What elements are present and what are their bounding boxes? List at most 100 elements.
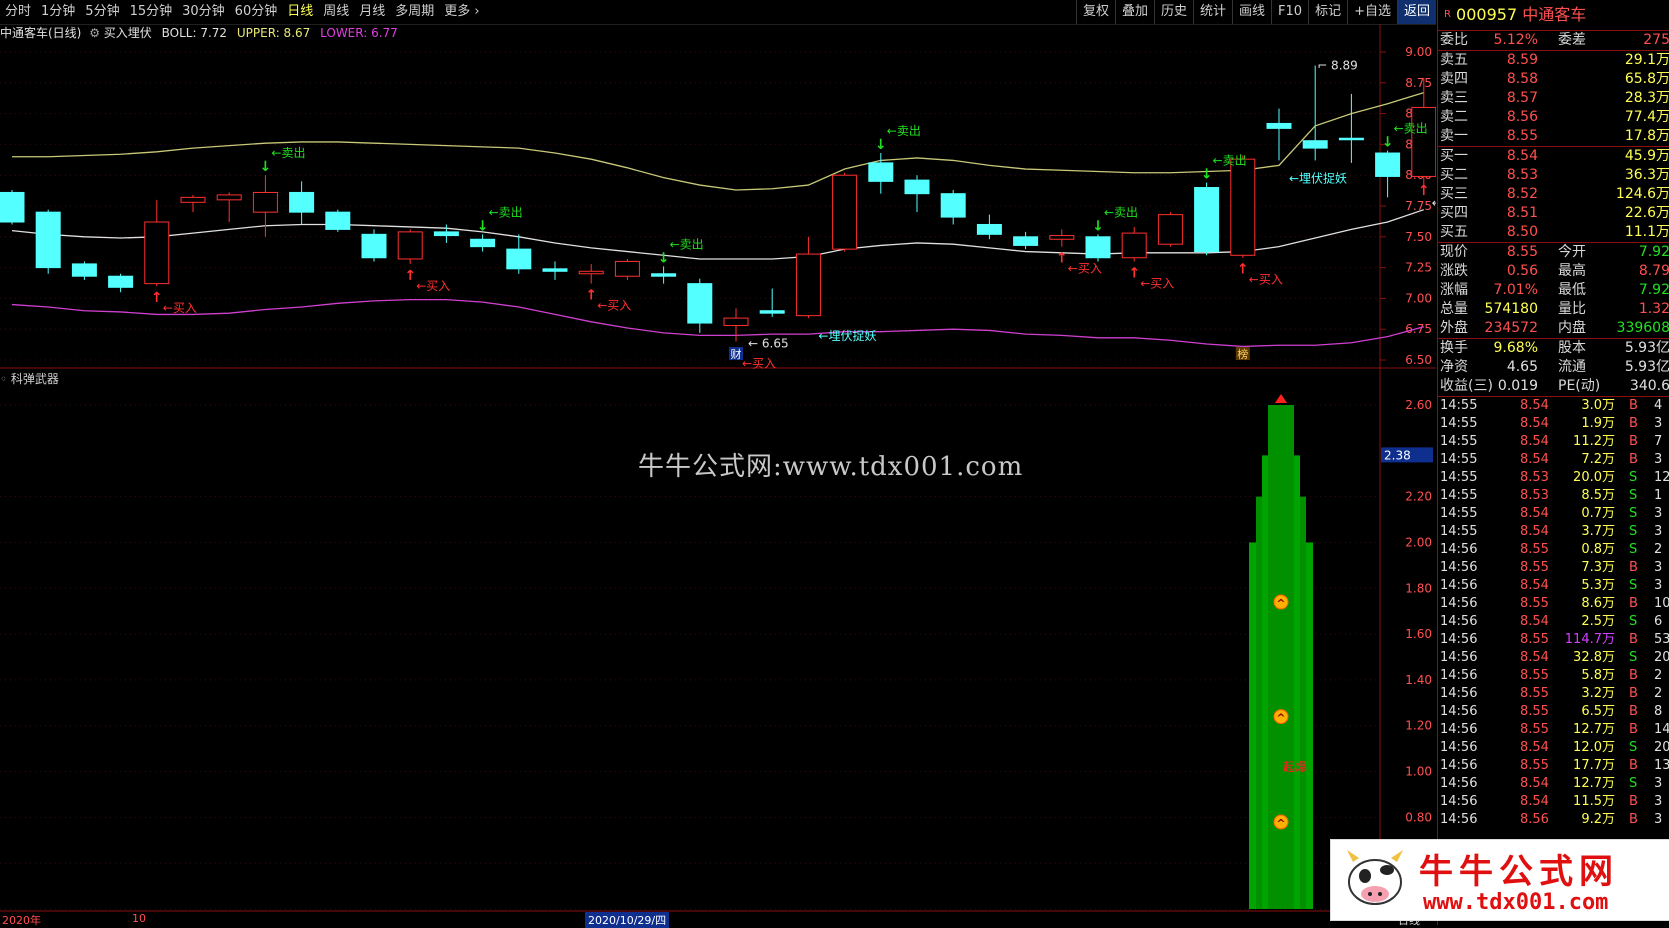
bid-row[interactable]: 买二 8.53 36.3万 — [1438, 166, 1669, 185]
stat-value-2: 7.92 — [1638, 282, 1669, 298]
sub-axis-label-0: 2.60 — [1405, 398, 1432, 412]
ambush-label-14: ←埋伏捉妖 — [1289, 170, 1347, 185]
candle-body-0 — [0, 191, 25, 223]
stat-row: 净资 4.65 流通 5.93亿 — [1438, 358, 1669, 377]
tick-row[interactable]: 14:55 8.53 8.5万 S 1 — [1438, 487, 1669, 505]
candle-body-36 — [1302, 140, 1328, 149]
bid-row[interactable]: 买五 8.50 11.1万 — [1438, 223, 1669, 242]
ask-label: 卖四 — [1440, 71, 1468, 87]
candle-body-12 — [433, 231, 459, 237]
candle-body-6 — [216, 194, 242, 201]
tick-row[interactable]: 14:56 8.55 17.7万 B 13 — [1438, 757, 1669, 775]
tick-row[interactable]: 14:56 8.54 2.5万 S 6 — [1438, 613, 1669, 631]
stat-row: 涨幅 7.01% 最低 7.92 — [1438, 281, 1669, 300]
ask-row[interactable]: 卖四 8.58 65.8万 — [1438, 70, 1669, 89]
stock-code: 000957 — [1456, 5, 1518, 24]
ask-price: 8.58 — [1506, 71, 1538, 87]
candle-body-39 — [1411, 106, 1436, 177]
buy-arrow-icon-9: ↑ — [1056, 251, 1068, 267]
bid-list: 买一 8.54 45.9万 买二 8.53 36.3万 买三 8.52 124.6万 买四 8.51… — [1438, 146, 1669, 242]
stat-value-2: 8.79 — [1638, 263, 1669, 279]
tick-row[interactable]: 14:55 8.54 0.7万 S 3 — [1438, 505, 1669, 523]
tick-row[interactable]: 14:56 8.55 5.8万 B 2 — [1438, 667, 1669, 685]
tick-list[interactable]: 14:55 8.54 3.0万 B 4 14:55 8.54 1.9万 B 3 14:55 8.54 1… — [1438, 396, 1669, 829]
sell-label-10: ←卖出 — [1104, 205, 1138, 219]
tick-volume: 3.0万 — [1581, 398, 1615, 413]
stat-label-2: 量比 — [1558, 301, 1586, 317]
tick-count: 3 — [1654, 776, 1663, 791]
tick-count: 3 — [1654, 506, 1663, 521]
sell-label-8: ←卖出 — [887, 124, 921, 138]
buy-label-2: ←买入 — [416, 279, 450, 293]
tick-row[interactable]: 14:56 8.54 11.5万 B 3 — [1438, 793, 1669, 811]
stat-value: 8.55 — [1506, 244, 1538, 260]
tick-time: 14:56 — [1440, 776, 1478, 791]
tick-row[interactable]: 14:56 8.54 12.0万 S 20 — [1438, 739, 1669, 757]
tick-row[interactable]: 14:56 8.54 12.7万 S 3 — [1438, 775, 1669, 793]
tick-count: 3 — [1654, 560, 1663, 575]
tick-row[interactable]: 14:55 8.54 1.9万 B 3 — [1438, 415, 1669, 433]
tick-side: B — [1629, 686, 1638, 701]
tick-row[interactable]: 14:55 8.54 7.2万 B 3 — [1438, 451, 1669, 469]
bid-price: 8.51 — [1506, 205, 1538, 221]
tick-row[interactable]: 14:56 8.54 32.8万 S 20 — [1438, 649, 1669, 667]
ask-price: 8.59 — [1506, 52, 1538, 68]
candle-body-19 — [687, 283, 713, 324]
sell-label-3: ←卖出 — [489, 205, 523, 219]
sub-axis-label-6: 1.40 — [1405, 673, 1432, 687]
tick-row[interactable]: 14:56 8.55 8.6万 B 10 — [1438, 595, 1669, 613]
tick-row[interactable]: 14:56 8.55 114.7万 B 53 — [1438, 631, 1669, 649]
stat-label-2: 最高 — [1558, 263, 1586, 279]
r-mark-icon: R — [1444, 9, 1451, 20]
tick-row[interactable]: 14:55 8.54 3.7万 S 3 — [1438, 523, 1669, 541]
ask-volume: 17.8万 — [1624, 128, 1669, 144]
tick-volume: 0.8万 — [1581, 542, 1615, 557]
candle-body-34 — [1230, 158, 1256, 256]
tick-row[interactable]: 14:55 8.54 11.2万 B 7 — [1438, 433, 1669, 451]
weibi-value: 5.12% — [1493, 32, 1538, 48]
tick-price: 8.55 — [1520, 560, 1549, 575]
ask-row[interactable]: 卖一 8.55 17.8万 — [1438, 127, 1669, 146]
tick-count: 3 — [1654, 794, 1663, 809]
tick-volume: 32.8万 — [1573, 650, 1615, 665]
tick-side: B — [1629, 452, 1638, 467]
tick-price: 8.53 — [1520, 470, 1549, 485]
tick-volume: 3.7万 — [1581, 524, 1615, 539]
tick-row[interactable]: 14:56 8.54 5.3万 S 3 — [1438, 577, 1669, 595]
tick-row[interactable]: 14:55 8.53 20.0万 S 12 — [1438, 469, 1669, 487]
tick-time: 14:56 — [1440, 812, 1478, 827]
bid-row[interactable]: 买一 8.54 45.9万 — [1438, 147, 1669, 166]
candle-body-4 — [144, 221, 170, 285]
tick-row[interactable]: 14:56 8.55 0.8万 S 2 — [1438, 541, 1669, 559]
tick-row[interactable]: 14:56 8.55 6.5万 B 8 — [1438, 703, 1669, 721]
tick-row[interactable]: 14:56 8.55 12.7万 B 14 — [1438, 721, 1669, 739]
candle-body-20 — [723, 317, 749, 327]
tick-price: 8.55 — [1520, 542, 1549, 557]
tick-side: S — [1629, 470, 1638, 485]
tick-volume: 5.8万 — [1581, 668, 1615, 683]
tick-row[interactable]: 14:55 8.54 3.0万 B 4 — [1438, 397, 1669, 415]
tick-volume: 12.0万 — [1573, 740, 1615, 755]
tick-row[interactable]: 14:56 8.55 7.3万 B 3 — [1438, 559, 1669, 577]
tick-price: 8.54 — [1520, 776, 1549, 791]
candle-body-24 — [868, 162, 894, 182]
sub-axis-label-9: 0.80 — [1405, 810, 1432, 824]
weibi-row: 委比 5.12% 委差 275 — [1438, 31, 1669, 50]
bid-volume: 36.3万 — [1624, 167, 1669, 183]
bid-price: 8.54 — [1506, 148, 1538, 164]
ask-row[interactable]: 卖三 8.57 28.3万 — [1438, 89, 1669, 108]
sell-arrow-icon-10: ↓ — [1092, 218, 1104, 234]
bid-row[interactable]: 买四 8.51 22.6万 — [1438, 204, 1669, 223]
tick-row[interactable]: 14:56 8.56 9.2万 B 3 — [1438, 811, 1669, 829]
candle-body-31 — [1121, 232, 1147, 259]
ask-row[interactable]: 卖五 8.59 29.1万 — [1438, 51, 1669, 70]
stat-row: 总量 574180 量比 1.32 — [1438, 300, 1669, 319]
tick-row[interactable]: 14:56 8.55 3.2万 B 2 — [1438, 685, 1669, 703]
sell-label-12: ←卖出 — [1213, 154, 1247, 168]
bid-row[interactable]: 买三 8.52 124.6万 — [1438, 185, 1669, 204]
tick-time: 14:56 — [1440, 614, 1478, 629]
ask-row[interactable]: 卖二 8.56 77.4万 — [1438, 108, 1669, 127]
tick-side: S — [1629, 542, 1638, 557]
main-axis-label-6: 7.50 — [1405, 230, 1432, 244]
tick-count: 3 — [1654, 578, 1663, 593]
